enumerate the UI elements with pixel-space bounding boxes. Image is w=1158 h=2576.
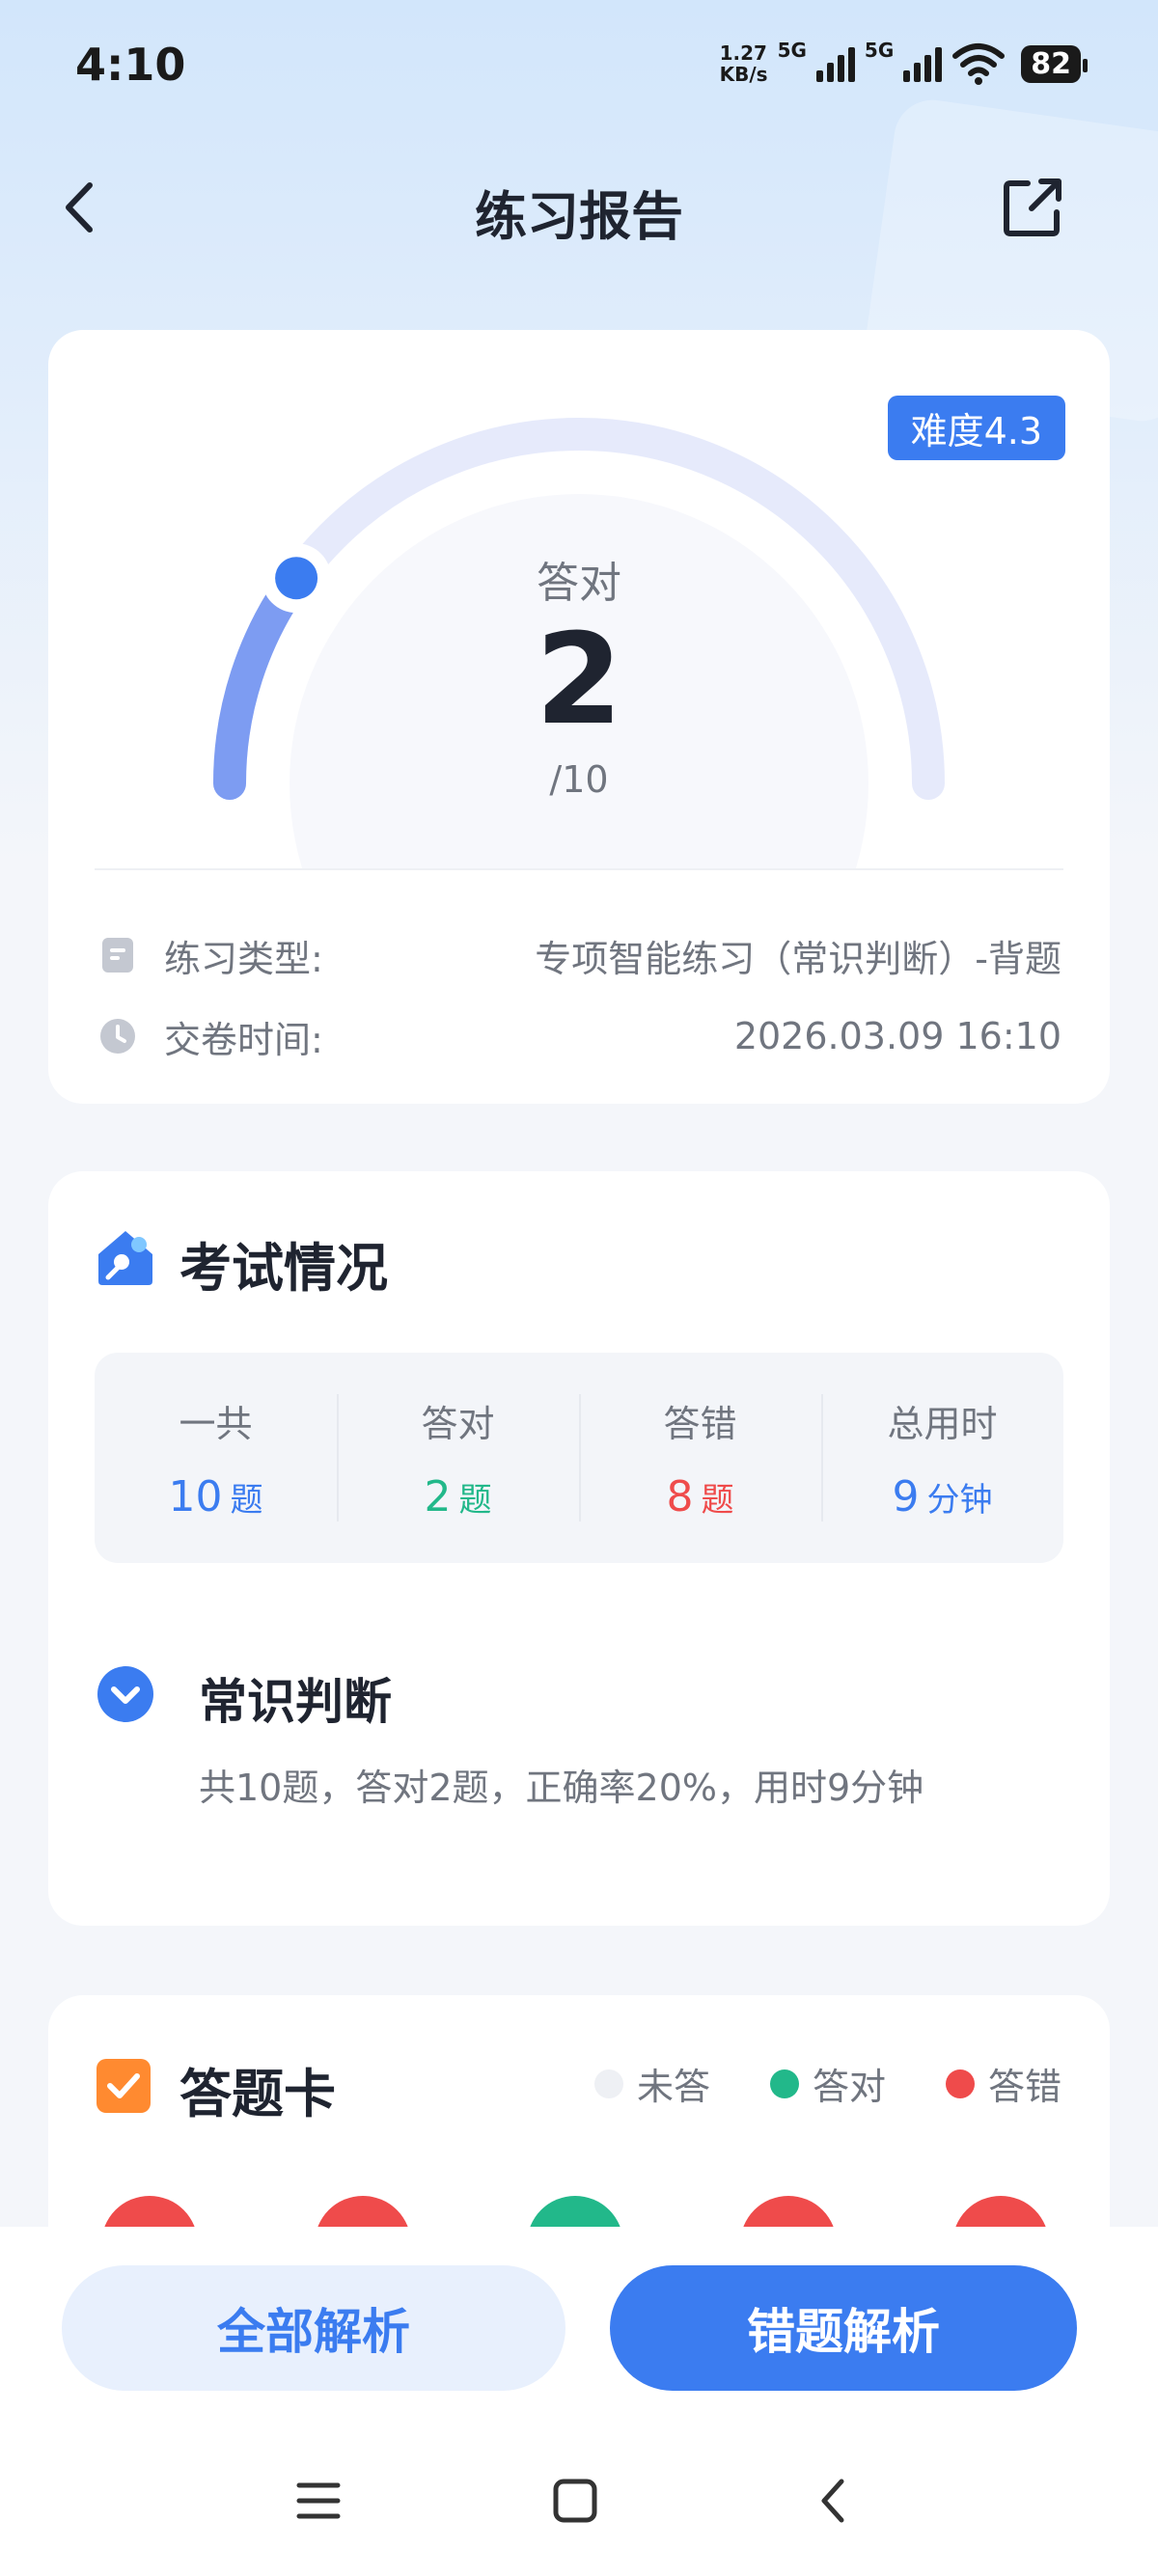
back-nav-icon[interactable] [811, 2478, 857, 2524]
correct-dot [769, 2069, 799, 2098]
page-title: 练习报告 [475, 186, 683, 247]
status-bar: 4:10 1.27 KB/s 5G 5G 82 [0, 0, 1158, 130]
stat-time: 总用时 9 分钟 [821, 1394, 1063, 1521]
network-type-2: 5G [864, 39, 895, 62]
answer-legend: 未答 答对 答错 [593, 2057, 1062, 2110]
practice-type-value: 专项智能练习（常识判断）-背题 [535, 937, 1062, 980]
submit-time-row: 交卷时间: 2026.03.09 16:10 [98, 1007, 1062, 1065]
signal-icon [903, 45, 943, 82]
status-time: 4:10 [75, 39, 186, 91]
menu-icon[interactable] [295, 2478, 342, 2524]
legend-unanswered: 未答 [636, 2066, 710, 2108]
speed-unit: KB/s [719, 63, 768, 86]
correct-label: 答对 [537, 559, 621, 608]
stat-total: 一共 10 题 [95, 1394, 337, 1521]
result-card: 难度4.3 答对 2 /10 练习类型: 专项智能练习（常识判断）-背题 交卷时… [48, 330, 1110, 1104]
stat-value: 9 [892, 1472, 920, 1521]
stat-value: 2 [424, 1472, 452, 1521]
exam-title: 考试情况 [179, 1238, 388, 1299]
stat-label: 答对 [421, 1403, 495, 1445]
category-title[interactable]: 常识判断 [199, 1663, 392, 1733]
practice-type-row: 练习类型: 专项智能练习（常识判断）-背题 [98, 926, 1062, 984]
exam-stats: 一共 10 题 答对 2题 答错 8题 总用时 9 分钟 [95, 1353, 1063, 1563]
document-icon [102, 938, 133, 973]
stat-label: 一共 [179, 1403, 253, 1445]
all-analysis-button[interactable]: 全部解析 [62, 2265, 565, 2391]
wifi-icon [952, 43, 1006, 85]
nav-bar: 练习报告 [0, 145, 1158, 270]
clock-icon [100, 1019, 135, 1054]
network-speed: 1.27 KB/s [720, 42, 768, 85]
system-navigation-bar [0, 2458, 1158, 2555]
exam-summary-card: 考试情况 一共 10 题 答对 2题 答错 8题 总用时 9 分钟 常识判断 共10… [48, 1171, 1110, 1926]
checkbox-icon [96, 2059, 151, 2113]
speed-value: 1.27 [719, 41, 767, 65]
stat-wrong: 答错 8题 [579, 1394, 821, 1521]
legend-wrong: 答错 [987, 2066, 1062, 2108]
submit-time-value: 2026.03.09 16:10 [733, 1015, 1062, 1057]
wrong-analysis-button[interactable]: 错题解析 [610, 2265, 1077, 2391]
answer-sheet-title: 答题卡 [179, 2064, 336, 2124]
share-icon[interactable] [999, 174, 1066, 241]
stat-value: 8 [666, 1472, 694, 1521]
stat-correct: 答对 2题 [337, 1394, 579, 1521]
submit-time-label: 交卷时间: [164, 1018, 323, 1061]
stat-label: 总用时 [887, 1403, 998, 1445]
stat-unit: 题 [701, 1481, 734, 1520]
legend-correct: 答对 [812, 2066, 886, 2108]
stat-label: 答错 [663, 1403, 737, 1445]
home-icon[interactable] [552, 2478, 598, 2524]
stat-unit: 题 [230, 1481, 263, 1520]
battery-indicator: 82 [1021, 44, 1088, 83]
correct-count: 2 [535, 606, 623, 753]
network-type-1: 5G [777, 39, 807, 62]
stat-value: 10 [168, 1472, 223, 1521]
category-summary: 共10题，答对2题，正确率20%，用时9分钟 [199, 1767, 924, 1809]
divider [95, 868, 1063, 870]
practice-type-label: 练习类型: [164, 937, 323, 980]
unanswered-dot [593, 2069, 623, 2098]
chevron-down-icon[interactable] [96, 1665, 154, 1723]
bottom-action-bar: 全部解析 错题解析 [0, 2227, 1158, 2576]
signal-icon [815, 45, 855, 82]
stat-unit: 题 [458, 1481, 492, 1520]
exam-key-icon [98, 1231, 152, 1285]
total-count: /10 [549, 758, 609, 801]
status-icons: 1.27 KB/s 5G 5G 82 [720, 37, 1088, 91]
wrong-dot [945, 2069, 975, 2098]
stat-unit: 分钟 [926, 1481, 993, 1520]
